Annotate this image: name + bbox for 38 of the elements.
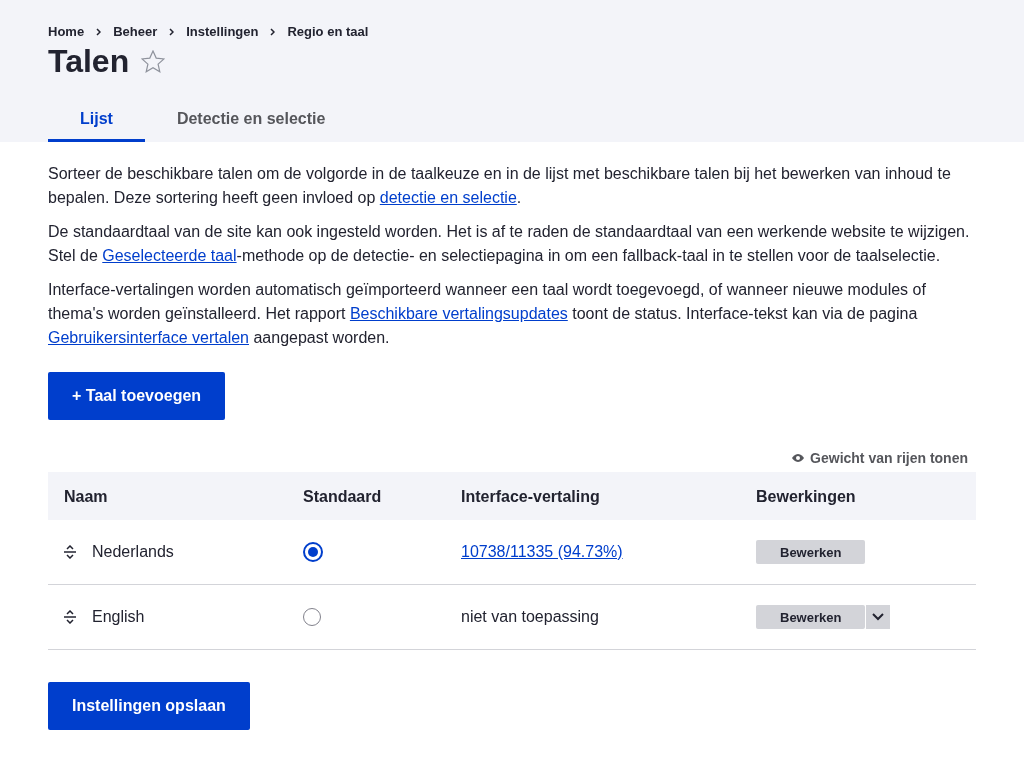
drag-handle-icon[interactable] [64,610,76,624]
translation-status-link[interactable]: 10738/11335 (94.73%) [461,543,623,561]
default-radio[interactable] [303,608,321,626]
add-language-button[interactable]: + Taal toevoegen [48,372,226,420]
language-name: English [92,608,145,626]
eye-icon [792,454,805,462]
column-header: Interface-vertaling [445,472,740,520]
drag-handle-icon[interactable] [64,545,76,559]
save-button[interactable]: Instellingen opslaan [48,682,250,730]
text-link[interactable]: Beschikbare vertalingsupdates [349,305,568,322]
description-paragraph: Interface-vertalingen worden automatisch geïmporteerd wanneer een taal wordt toegevoegd, of wanneer nieuwe modules of thema's worden geïnstalleerd. Het rapport Beschikbare vertalingsupdates toont de status. Interface-tekst kan via de pagina Gebruikersinterface vertalen aangepast worden. [48,280,927,348]
edit-button[interactable]: Bewerken [756,605,866,629]
chevron-right-icon [169,27,175,36]
column-header: Bewerkingen [740,472,976,520]
text-link[interactable]: Gebruikersinterface vertalen [48,329,249,346]
text-link[interactable]: Geselecteerde taal [102,247,237,264]
description-paragraph: De standaardtaal van de site kan ook ingesteld worden. Het is af te raden de standaardtaal van een werkende website te wijzigen. Stel de Geselecteerde taal-methode op de detectie- en selectiepagina in om een fallback-taal in te stellen voor de taalselectie. [48,222,971,266]
tab[interactable]: Lijst [48,100,145,142]
text-link[interactable]: detectie en selectie [379,189,517,206]
description-paragraph: Sorteer de beschikbare talen om de volgorde in de taalkeuze en in de lijst met beschikbare talen bij het bewerken van inhoud te bepalen. Deze sortering heeft geen invloed op detectie en selectie. [48,164,952,208]
language-name: Nederlands [92,543,174,561]
translation-status: niet van toepassing [461,608,599,626]
dropdown-toggle[interactable] [866,605,891,629]
breadcrumb-link[interactable]: Home [48,24,85,39]
chevron-right-icon [270,27,276,36]
tab[interactable]: Detectie en selectie [144,100,358,142]
show-weights-link[interactable]: Gewicht van rijen tonen [792,450,968,466]
edit-button[interactable]: Bewerken [756,540,866,564]
column-header: Standaard [287,472,445,520]
default-radio[interactable] [303,542,323,562]
breadcrumb-link[interactable]: Beheer [113,24,158,39]
breadcrumb-link[interactable]: Regio en taal [287,24,369,39]
chevron-right-icon [96,27,102,36]
chevron-down-icon [872,613,885,621]
column-header: Naam [48,472,287,520]
star-icon[interactable] [141,50,166,73]
page-title: Talen [48,43,130,80]
breadcrumb-link[interactable]: Instellingen [186,24,259,39]
